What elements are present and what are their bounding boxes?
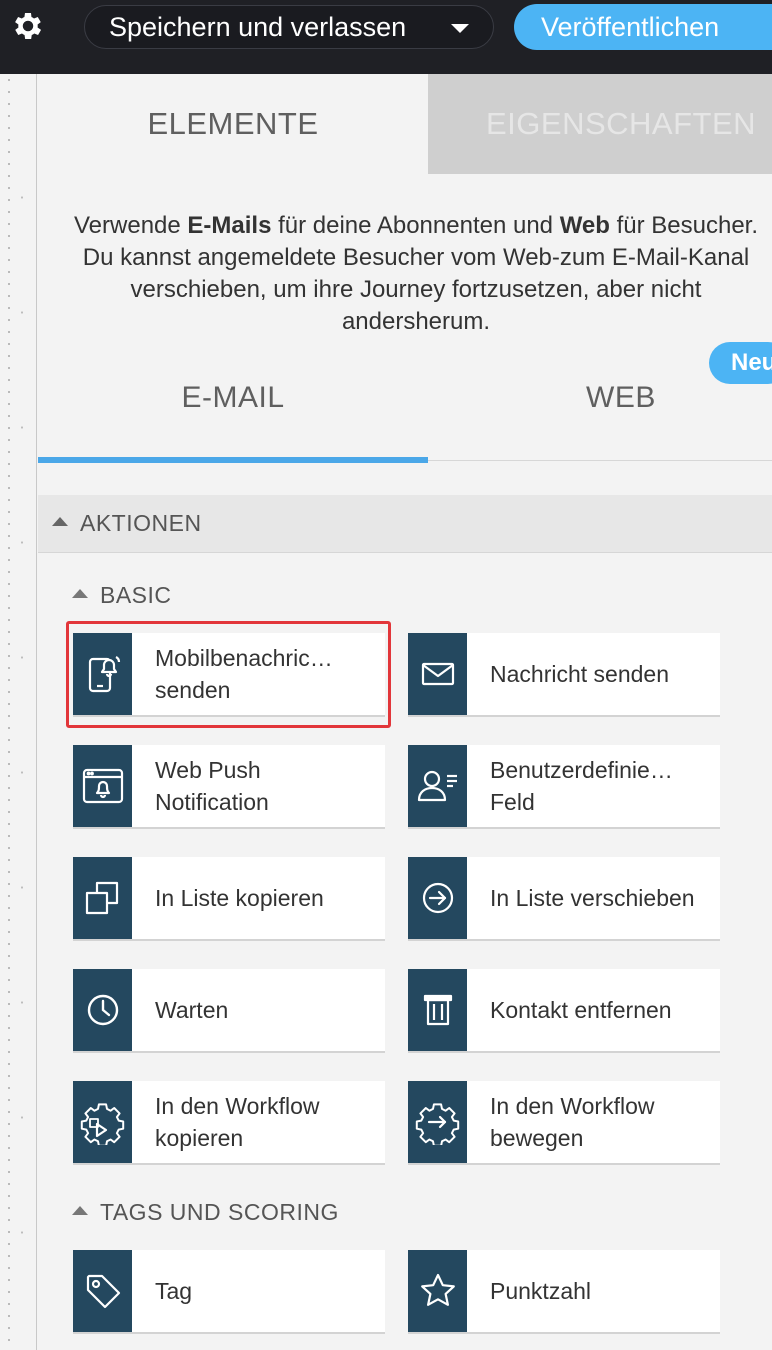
- action-card-label: Punktzahl: [490, 1278, 592, 1304]
- tab-web-label: WEB: [586, 381, 656, 414]
- action-card-label: Web Push Notification: [155, 757, 269, 815]
- action-card-copy-to-workflow[interactable]: In den Workflow kopieren: [73, 1081, 385, 1165]
- collapse-triangle-icon: [72, 588, 88, 598]
- action-card-label: Tag: [155, 1278, 193, 1304]
- selected-highlight: [66, 621, 391, 728]
- subsection-tags-scoring-label: TAGS UND SCORING: [100, 1198, 339, 1225]
- subsection-tags-scoring-header[interactable]: TAGS UND SCORING: [72, 1197, 339, 1227]
- arrow-circle-icon: [408, 857, 467, 939]
- save-and-exit-label: Speichern und verlassen: [109, 11, 407, 42]
- description-web-bold: Web: [559, 212, 610, 239]
- section-actions-label: AKTIONEN: [80, 510, 202, 536]
- clock-icon: [73, 969, 132, 1051]
- channel-description: Verwende E-Mails für deine Abonnenten un…: [60, 210, 772, 338]
- action-card-label: Nachricht senden: [490, 661, 669, 687]
- gear-icon[interactable]: [8, 6, 48, 46]
- tab-properties-label: EIGENSCHAFTEN: [486, 106, 757, 141]
- publish-label: Veröffentlichen: [541, 11, 720, 42]
- action-card-label: In den Workflow bewegen: [490, 1093, 655, 1151]
- workflow-move-icon: [408, 1081, 467, 1163]
- subsection-basic-header[interactable]: BASIC: [72, 580, 172, 610]
- publish-button[interactable]: Veröffentlichen: [514, 4, 772, 50]
- action-card-move-to-list[interactable]: In Liste verschieben: [408, 857, 720, 941]
- action-card-label: In den Workflow kopieren: [155, 1093, 320, 1151]
- tab-elements[interactable]: ELEMENTE: [38, 74, 428, 174]
- action-card-custom-field[interactable]: Benutzerdefinie… Feld: [408, 745, 720, 829]
- tab-web[interactable]: WEB: [428, 370, 772, 426]
- action-card-wait[interactable]: Warten: [73, 969, 385, 1053]
- envelope-icon: [408, 633, 467, 715]
- action-card-copy-to-list[interactable]: In Liste kopieren: [73, 857, 385, 941]
- tab-properties[interactable]: EIGENSCHAFTEN: [428, 74, 772, 174]
- action-card-remove-contact[interactable]: Kontakt entfernen: [408, 969, 720, 1053]
- action-card-label: Benutzerdefinie… Feld: [490, 757, 673, 815]
- tag-icon: [73, 1250, 132, 1332]
- browser-bell-icon: [73, 745, 132, 827]
- description-text: Verwende: [73, 212, 188, 239]
- collapse-triangle-icon: [72, 1205, 88, 1215]
- action-card-label: Warten: [155, 997, 229, 1023]
- action-card-label: Kontakt entfernen: [490, 997, 672, 1023]
- action-card-label: In Liste kopieren: [155, 885, 324, 911]
- canvas-dot-grid: [8, 74, 10, 1350]
- workflow-copy-icon: [73, 1081, 132, 1163]
- chevron-down-icon: [451, 24, 469, 33]
- tab-email-label: E-MAIL: [181, 381, 285, 414]
- save-and-exit-dropdown[interactable]: Speichern und verlassen: [84, 5, 494, 49]
- subsection-basic-label: BASIC: [100, 581, 172, 608]
- section-actions-header[interactable]: AKTIONEN: [38, 495, 772, 553]
- active-tab-indicator: [38, 457, 428, 463]
- action-card-web-push[interactable]: Web Push Notification: [73, 745, 385, 829]
- action-card-move-to-workflow[interactable]: In den Workflow bewegen: [408, 1081, 720, 1165]
- action-card-tag[interactable]: Tag: [73, 1250, 385, 1334]
- tab-email[interactable]: E-MAIL: [38, 370, 428, 426]
- copy-icon: [73, 857, 132, 939]
- user-field-icon: [408, 745, 467, 827]
- canvas-dot-grid-secondary: [18, 140, 26, 1340]
- trash-icon: [408, 969, 467, 1051]
- collapse-triangle-icon: [52, 517, 68, 526]
- tab-elements-label: ELEMENTE: [147, 106, 319, 141]
- star-icon: [408, 1250, 467, 1332]
- description-email-bold: E-Mails: [187, 212, 272, 239]
- action-card-score[interactable]: Punktzahl: [408, 1250, 720, 1334]
- action-card-label: In Liste verschieben: [490, 885, 695, 911]
- action-card-send-message[interactable]: Nachricht senden: [408, 633, 720, 717]
- description-text: für deine Abonnenten und: [271, 212, 560, 239]
